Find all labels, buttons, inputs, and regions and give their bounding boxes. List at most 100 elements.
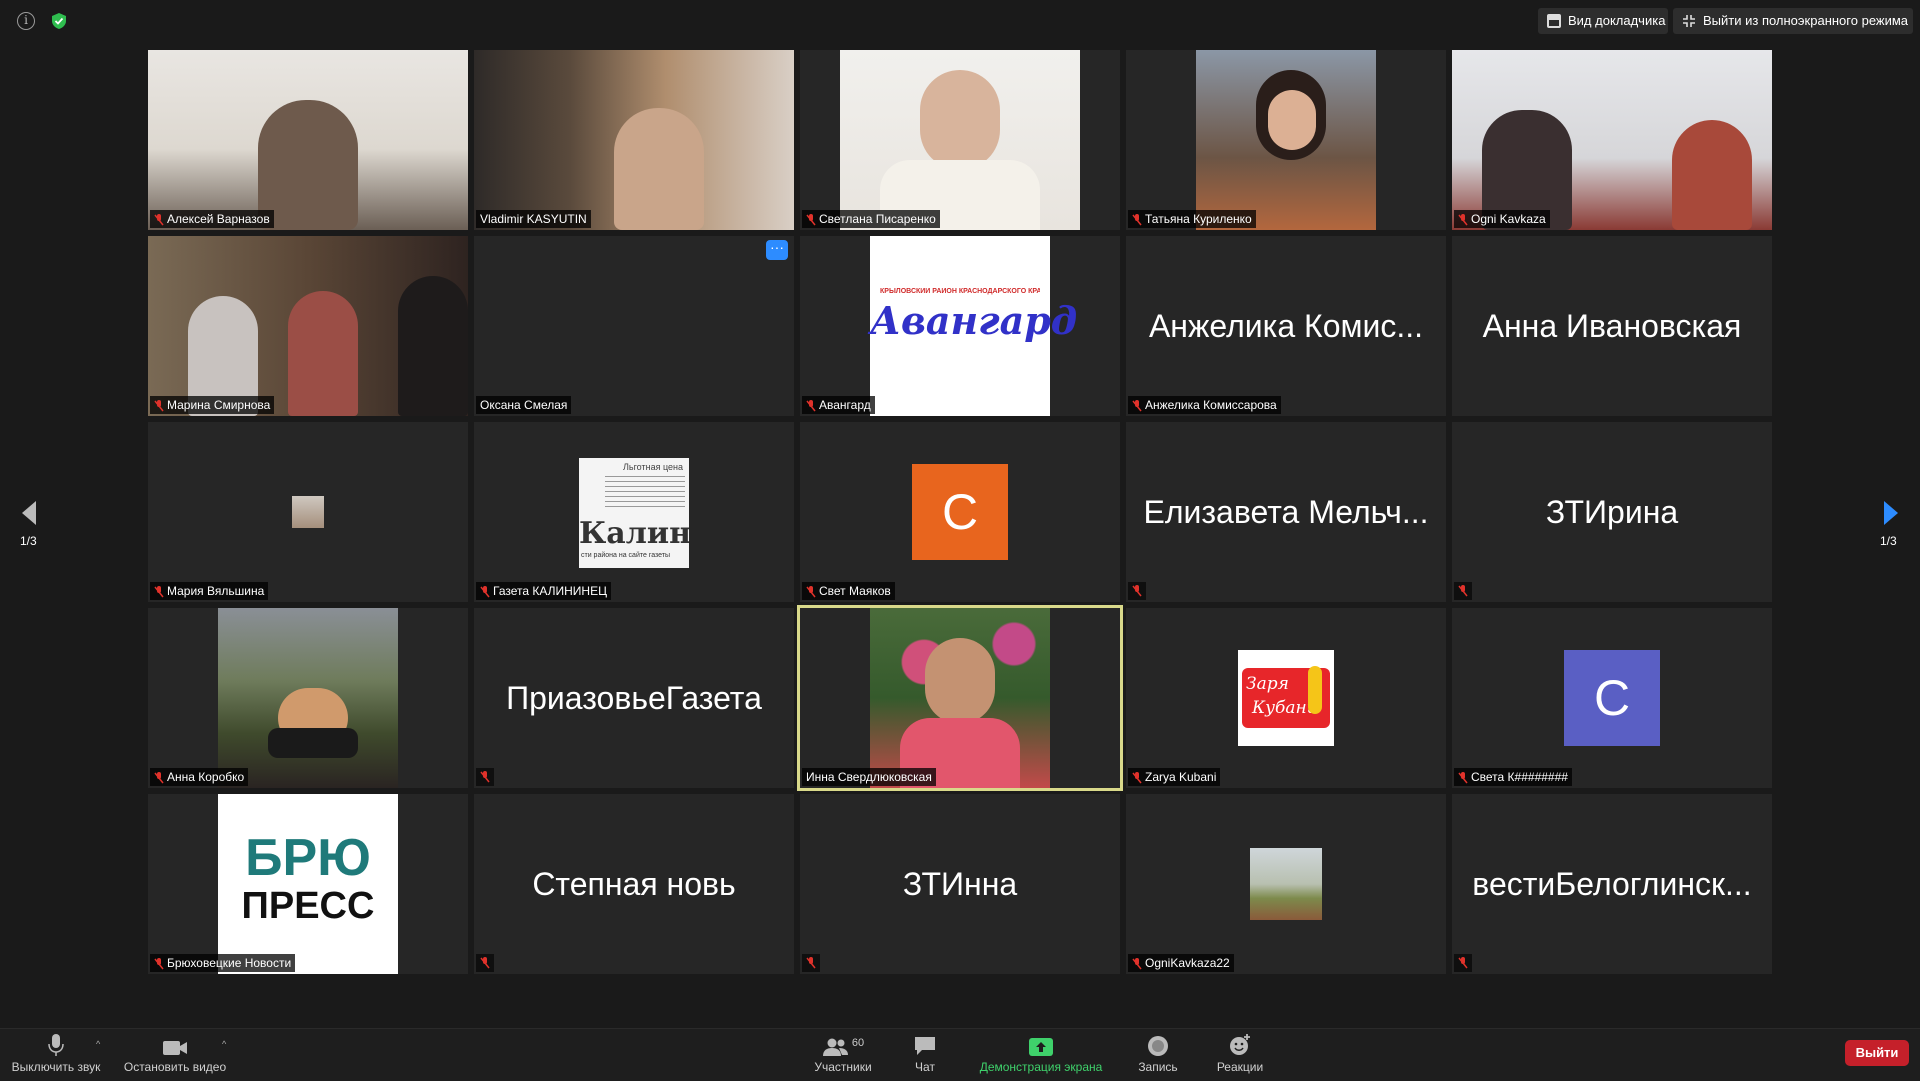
- reactions-smiley-icon: [1230, 1034, 1250, 1055]
- participant-name-tag: Оксана Смелая: [476, 396, 572, 414]
- video-tile[interactable]: Анна Коробко: [148, 608, 468, 788]
- video-tile[interactable]: С Света К########: [1452, 608, 1772, 788]
- video-tile[interactable]: БРЮ ПРЕСС Брюховецкие Новости: [148, 794, 468, 974]
- video-tile[interactable]: вестиБелоглинск...: [1452, 794, 1772, 974]
- participant-name-tag: Светлана Писаренко: [802, 210, 940, 228]
- participant-video: [218, 608, 398, 788]
- participant-video: [1196, 50, 1376, 230]
- participant-name-tag: Брюховецкие Новости: [150, 954, 296, 972]
- logo-title: Авангард: [870, 298, 1078, 343]
- previous-page-arrow-icon[interactable]: [20, 500, 38, 526]
- mic-off-icon: [154, 957, 164, 970]
- exit-fullscreen-icon: [1683, 15, 1695, 27]
- video-tile[interactable]: Льготная цена Калини сти района на сайте…: [474, 422, 794, 602]
- mic-off-icon: [806, 585, 816, 598]
- participant-display-name: Степная новь: [532, 865, 736, 902]
- logo-line2: ПРЕСС: [241, 885, 375, 927]
- more-options-button[interactable]: ···: [766, 240, 788, 260]
- mic-off-icon: [480, 957, 490, 969]
- logo-caption: сти района на сайте газеты: [581, 552, 671, 559]
- reactions-button[interactable]: Реакции: [1208, 1033, 1272, 1074]
- video-tile[interactable]: КРЫЛОВСКИЙ РАЙОН КРАСНОДАРСКОГО КРАЯ Ава…: [800, 236, 1120, 416]
- speaker-view-button[interactable]: Вид докладчика: [1538, 8, 1668, 34]
- microphone-icon: [48, 1034, 64, 1056]
- participant-display-name: Анна Ивановская: [1482, 307, 1742, 344]
- logo-subtitle: КРЫЛОВСКИЙ РАЙОН КРАСНОДАРСКОГО КРАЯ: [880, 288, 1040, 295]
- stop-video-button[interactable]: Остановить видео: [120, 1033, 230, 1074]
- share-screen-button[interactable]: Демонстрация экрана: [968, 1033, 1114, 1074]
- video-tile[interactable]: Ogni Kavkaza: [1452, 50, 1772, 230]
- video-tile[interactable]: Vladimir KASYUTIN: [474, 50, 794, 230]
- video-tile[interactable]: ПриазовьеГазета: [474, 608, 794, 788]
- logo-title: Калини: [579, 516, 689, 551]
- participant-mic-status: [1454, 582, 1472, 600]
- meeting-toolbar: Выключить звук ^ Остановить видео ^ 60 У…: [0, 1028, 1920, 1081]
- participant-name-tag: Анжелика Комиссарова: [1128, 396, 1281, 414]
- mic-off-icon: [806, 957, 816, 969]
- mic-off-icon: [1132, 585, 1142, 597]
- chat-bubble-icon: [915, 1037, 935, 1055]
- leave-meeting-button[interactable]: Выйти: [1845, 1040, 1909, 1066]
- participant-name-tag: Vladimir KASYUTIN: [476, 210, 591, 228]
- participant-logo: КРЫЛОВСКИЙ РАЙОН КРАСНОДАРСКОГО КРАЯ Ава…: [870, 236, 1078, 416]
- video-tile[interactable]: Светлана Писаренко: [800, 50, 1120, 230]
- video-tile[interactable]: ЗТИнна: [800, 794, 1120, 974]
- logo-subtitle: Льготная цена: [623, 462, 683, 472]
- participant-name-tag: Инна Свердлюковская: [802, 768, 936, 786]
- participant-video: [148, 236, 468, 416]
- participant-video: [840, 50, 1080, 230]
- participants-button[interactable]: 60 Участники: [800, 1033, 886, 1074]
- audio-options-caret-icon[interactable]: ^: [96, 1039, 100, 1049]
- logo-line1: Заря: [1246, 674, 1289, 694]
- mic-off-icon: [1132, 399, 1142, 412]
- shield-check-icon[interactable]: [50, 12, 68, 30]
- record-button[interactable]: Запись: [1130, 1033, 1186, 1074]
- participant-display-name: ЗТИнна: [902, 865, 1018, 902]
- video-tile[interactable]: Мария Вяльшина: [148, 422, 468, 602]
- video-tile[interactable]: С Свет Маяков: [800, 422, 1120, 602]
- info-icon[interactable]: i: [17, 12, 35, 30]
- video-tile[interactable]: OgniKavkaza22: [1126, 794, 1446, 974]
- mute-button[interactable]: Выключить звук: [10, 1033, 102, 1074]
- video-tile[interactable]: ··· Оксана Смелая: [474, 236, 794, 416]
- mic-off-icon: [1132, 213, 1142, 226]
- mic-off-icon: [1458, 957, 1468, 969]
- participant-name-tag: Газета КАЛИНИНЕЦ: [476, 582, 611, 600]
- mute-label: Выключить звук: [11, 1060, 101, 1074]
- participant-mic-status: [1454, 954, 1472, 972]
- participant-video: [148, 50, 468, 230]
- participant-display-name: вестиБелоглинск...: [1472, 865, 1752, 902]
- page-indicator-right: 1/3: [1880, 534, 1897, 548]
- video-tile[interactable]: Заря Кубани Zarya Kubani: [1126, 608, 1446, 788]
- record-icon: [1148, 1036, 1168, 1056]
- share-screen-icon: [1029, 1038, 1053, 1056]
- participant-name-tag: Мария Вяльшина: [150, 582, 269, 600]
- video-camera-icon: [163, 1041, 187, 1055]
- video-tile[interactable]: Татьяна Куриленко: [1126, 50, 1446, 230]
- participant-avatar: С: [1564, 650, 1660, 746]
- video-tile[interactable]: ЗТИрина: [1452, 422, 1772, 602]
- participant-name-tag: Zarya Kubani: [1128, 768, 1221, 786]
- chat-button[interactable]: Чат: [900, 1033, 950, 1074]
- exit-fullscreen-button[interactable]: Выйти из полноэкранного режима: [1673, 8, 1913, 34]
- participants-count: 60: [851, 1037, 865, 1049]
- participant-mic-status: [476, 768, 494, 786]
- video-tile[interactable]: Анна Ивановская: [1452, 236, 1772, 416]
- video-options-caret-icon[interactable]: ^: [222, 1039, 226, 1049]
- video-tile[interactable]: Марина Смирнова: [148, 236, 468, 416]
- video-tile[interactable]: Алексей Варназов: [148, 50, 468, 230]
- mic-off-icon: [1458, 585, 1468, 597]
- mic-off-icon: [806, 213, 816, 226]
- mic-off-icon: [1458, 771, 1468, 784]
- participant-video: [1452, 50, 1772, 230]
- next-page-arrow-icon[interactable]: [1882, 500, 1900, 526]
- mic-off-icon: [1132, 957, 1142, 970]
- video-tile[interactable]: Анжелика Комис... Анжелика Комиссарова: [1126, 236, 1446, 416]
- mic-off-icon: [480, 771, 490, 783]
- video-tile[interactable]: Степная новь: [474, 794, 794, 974]
- video-tile-active-speaker[interactable]: Инна Свердлюковская: [797, 605, 1123, 791]
- participants-label: Участники: [814, 1060, 872, 1074]
- video-tile[interactable]: Елизавета Мельч...: [1126, 422, 1446, 602]
- participant-name-tag: Татьяна Куриленко: [1128, 210, 1256, 228]
- participant-logo: БРЮ ПРЕСС: [218, 794, 398, 974]
